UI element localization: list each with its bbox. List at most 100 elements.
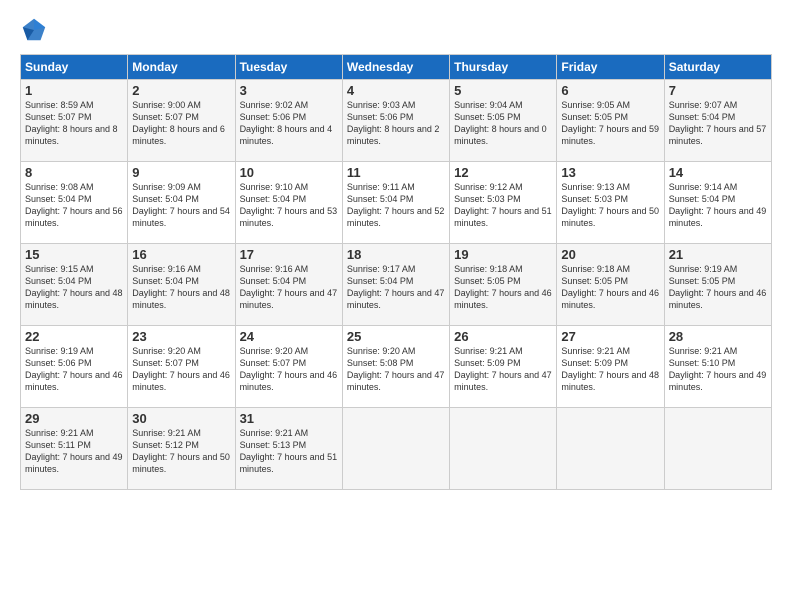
- day-info: Sunrise: 9:08 AMSunset: 5:04 PMDaylight:…: [25, 182, 123, 228]
- calendar-day-cell: 10 Sunrise: 9:10 AMSunset: 5:04 PMDaylig…: [235, 162, 342, 244]
- day-info: Sunrise: 9:05 AMSunset: 5:05 PMDaylight:…: [561, 100, 659, 146]
- day-info: Sunrise: 9:15 AMSunset: 5:04 PMDaylight:…: [25, 264, 123, 310]
- calendar-page: SundayMondayTuesdayWednesdayThursdayFrid…: [0, 0, 792, 612]
- calendar-day-cell: 24 Sunrise: 9:20 AMSunset: 5:07 PMDaylig…: [235, 326, 342, 408]
- day-number: 14: [669, 165, 767, 180]
- calendar-day-cell: 27 Sunrise: 9:21 AMSunset: 5:09 PMDaylig…: [557, 326, 664, 408]
- day-number: 22: [25, 329, 123, 344]
- calendar-week-row: 8 Sunrise: 9:08 AMSunset: 5:04 PMDayligh…: [21, 162, 772, 244]
- day-info: Sunrise: 9:14 AMSunset: 5:04 PMDaylight:…: [669, 182, 767, 228]
- weekday-header: Thursday: [450, 55, 557, 80]
- calendar-day-cell: 28 Sunrise: 9:21 AMSunset: 5:10 PMDaylig…: [664, 326, 771, 408]
- weekday-header: Monday: [128, 55, 235, 80]
- calendar-day-cell: 31 Sunrise: 9:21 AMSunset: 5:13 PMDaylig…: [235, 408, 342, 490]
- day-number: 1: [25, 83, 123, 98]
- day-number: 9: [132, 165, 230, 180]
- day-info: Sunrise: 9:07 AMSunset: 5:04 PMDaylight:…: [669, 100, 767, 146]
- calendar-day-cell: 5 Sunrise: 9:04 AMSunset: 5:05 PMDayligh…: [450, 80, 557, 162]
- calendar-day-cell: 30 Sunrise: 9:21 AMSunset: 5:12 PMDaylig…: [128, 408, 235, 490]
- day-info: Sunrise: 9:20 AMSunset: 5:08 PMDaylight:…: [347, 346, 445, 392]
- calendar-table: SundayMondayTuesdayWednesdayThursdayFrid…: [20, 54, 772, 490]
- calendar-day-cell: 9 Sunrise: 9:09 AMSunset: 5:04 PMDayligh…: [128, 162, 235, 244]
- day-number: 5: [454, 83, 552, 98]
- weekday-header: Saturday: [664, 55, 771, 80]
- calendar-day-cell: 23 Sunrise: 9:20 AMSunset: 5:07 PMDaylig…: [128, 326, 235, 408]
- calendar-week-row: 29 Sunrise: 9:21 AMSunset: 5:11 PMDaylig…: [21, 408, 772, 490]
- calendar-day-cell: 19 Sunrise: 9:18 AMSunset: 5:05 PMDaylig…: [450, 244, 557, 326]
- calendar-day-cell: 17 Sunrise: 9:16 AMSunset: 5:04 PMDaylig…: [235, 244, 342, 326]
- day-number: 24: [240, 329, 338, 344]
- day-info: Sunrise: 9:17 AMSunset: 5:04 PMDaylight:…: [347, 264, 445, 310]
- calendar-day-cell: 26 Sunrise: 9:21 AMSunset: 5:09 PMDaylig…: [450, 326, 557, 408]
- day-number: 23: [132, 329, 230, 344]
- calendar-week-row: 1 Sunrise: 8:59 AMSunset: 5:07 PMDayligh…: [21, 80, 772, 162]
- calendar-day-cell: 22 Sunrise: 9:19 AMSunset: 5:06 PMDaylig…: [21, 326, 128, 408]
- day-number: 29: [25, 411, 123, 426]
- page-header: [20, 16, 772, 44]
- calendar-header-row: SundayMondayTuesdayWednesdayThursdayFrid…: [21, 55, 772, 80]
- calendar-week-row: 22 Sunrise: 9:19 AMSunset: 5:06 PMDaylig…: [21, 326, 772, 408]
- calendar-day-cell: 12 Sunrise: 9:12 AMSunset: 5:03 PMDaylig…: [450, 162, 557, 244]
- day-info: Sunrise: 9:03 AMSunset: 5:06 PMDaylight:…: [347, 100, 440, 146]
- day-number: 26: [454, 329, 552, 344]
- calendar-day-cell: 11 Sunrise: 9:11 AMSunset: 5:04 PMDaylig…: [342, 162, 449, 244]
- calendar-day-cell: 18 Sunrise: 9:17 AMSunset: 5:04 PMDaylig…: [342, 244, 449, 326]
- calendar-day-cell: 3 Sunrise: 9:02 AMSunset: 5:06 PMDayligh…: [235, 80, 342, 162]
- calendar-day-cell: [664, 408, 771, 490]
- calendar-day-cell: 15 Sunrise: 9:15 AMSunset: 5:04 PMDaylig…: [21, 244, 128, 326]
- day-info: Sunrise: 9:20 AMSunset: 5:07 PMDaylight:…: [132, 346, 230, 392]
- day-info: Sunrise: 9:21 AMSunset: 5:11 PMDaylight:…: [25, 428, 123, 474]
- day-info: Sunrise: 9:04 AMSunset: 5:05 PMDaylight:…: [454, 100, 547, 146]
- day-info: Sunrise: 9:12 AMSunset: 5:03 PMDaylight:…: [454, 182, 552, 228]
- day-number: 3: [240, 83, 338, 98]
- calendar-day-cell: [450, 408, 557, 490]
- day-number: 20: [561, 247, 659, 262]
- day-info: Sunrise: 9:10 AMSunset: 5:04 PMDaylight:…: [240, 182, 338, 228]
- calendar-day-cell: 25 Sunrise: 9:20 AMSunset: 5:08 PMDaylig…: [342, 326, 449, 408]
- day-info: Sunrise: 8:59 AMSunset: 5:07 PMDaylight:…: [25, 100, 118, 146]
- day-info: Sunrise: 9:21 AMSunset: 5:09 PMDaylight:…: [454, 346, 552, 392]
- calendar-day-cell: 29 Sunrise: 9:21 AMSunset: 5:11 PMDaylig…: [21, 408, 128, 490]
- calendar-day-cell: 1 Sunrise: 8:59 AMSunset: 5:07 PMDayligh…: [21, 80, 128, 162]
- calendar-day-cell: 20 Sunrise: 9:18 AMSunset: 5:05 PMDaylig…: [557, 244, 664, 326]
- weekday-header: Friday: [557, 55, 664, 80]
- day-number: 18: [347, 247, 445, 262]
- day-info: Sunrise: 9:18 AMSunset: 5:05 PMDaylight:…: [454, 264, 552, 310]
- calendar-day-cell: 8 Sunrise: 9:08 AMSunset: 5:04 PMDayligh…: [21, 162, 128, 244]
- day-number: 27: [561, 329, 659, 344]
- calendar-day-cell: [342, 408, 449, 490]
- logo: [20, 16, 52, 44]
- day-number: 2: [132, 83, 230, 98]
- calendar-day-cell: 16 Sunrise: 9:16 AMSunset: 5:04 PMDaylig…: [128, 244, 235, 326]
- day-info: Sunrise: 9:00 AMSunset: 5:07 PMDaylight:…: [132, 100, 225, 146]
- day-info: Sunrise: 9:16 AMSunset: 5:04 PMDaylight:…: [132, 264, 230, 310]
- day-number: 6: [561, 83, 659, 98]
- day-number: 17: [240, 247, 338, 262]
- day-number: 10: [240, 165, 338, 180]
- day-number: 7: [669, 83, 767, 98]
- day-number: 25: [347, 329, 445, 344]
- day-info: Sunrise: 9:21 AMSunset: 5:12 PMDaylight:…: [132, 428, 230, 474]
- day-info: Sunrise: 9:13 AMSunset: 5:03 PMDaylight:…: [561, 182, 659, 228]
- weekday-header: Sunday: [21, 55, 128, 80]
- calendar-day-cell: 4 Sunrise: 9:03 AMSunset: 5:06 PMDayligh…: [342, 80, 449, 162]
- day-info: Sunrise: 9:21 AMSunset: 5:13 PMDaylight:…: [240, 428, 338, 474]
- day-number: 4: [347, 83, 445, 98]
- day-info: Sunrise: 9:11 AMSunset: 5:04 PMDaylight:…: [347, 182, 445, 228]
- calendar-day-cell: 13 Sunrise: 9:13 AMSunset: 5:03 PMDaylig…: [557, 162, 664, 244]
- calendar-day-cell: [557, 408, 664, 490]
- day-number: 13: [561, 165, 659, 180]
- day-number: 16: [132, 247, 230, 262]
- calendar-week-row: 15 Sunrise: 9:15 AMSunset: 5:04 PMDaylig…: [21, 244, 772, 326]
- day-number: 28: [669, 329, 767, 344]
- logo-icon: [20, 16, 48, 44]
- day-info: Sunrise: 9:21 AMSunset: 5:09 PMDaylight:…: [561, 346, 659, 392]
- calendar-day-cell: 21 Sunrise: 9:19 AMSunset: 5:05 PMDaylig…: [664, 244, 771, 326]
- day-info: Sunrise: 9:19 AMSunset: 5:05 PMDaylight:…: [669, 264, 767, 310]
- weekday-header: Tuesday: [235, 55, 342, 80]
- day-number: 21: [669, 247, 767, 262]
- weekday-header: Wednesday: [342, 55, 449, 80]
- day-number: 31: [240, 411, 338, 426]
- day-info: Sunrise: 9:18 AMSunset: 5:05 PMDaylight:…: [561, 264, 659, 310]
- day-number: 19: [454, 247, 552, 262]
